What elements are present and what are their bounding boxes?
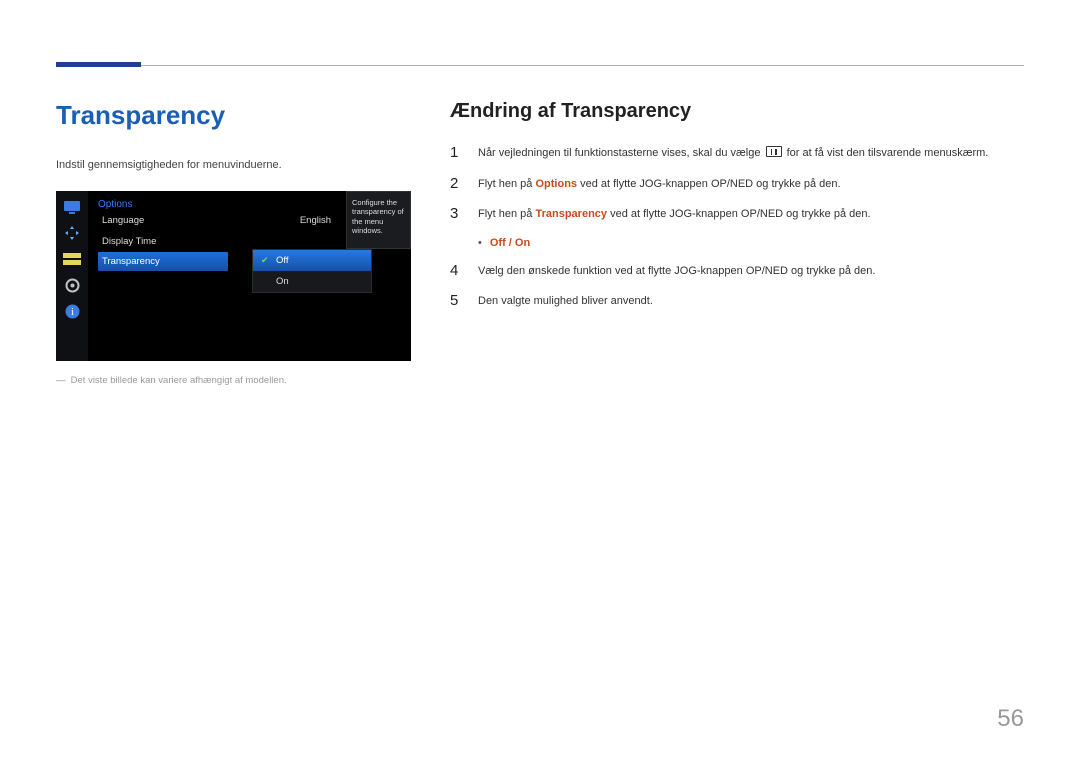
check-placeholder: ✔ xyxy=(261,276,270,287)
arrows-icon xyxy=(63,225,81,241)
page-title: Transparency xyxy=(56,100,411,131)
highlight: Options xyxy=(535,178,577,190)
monitor-icon xyxy=(63,199,81,215)
menu-icon xyxy=(766,146,782,157)
right-column: Ændring af Transparency 1 Når vejledning… xyxy=(450,100,1020,324)
step-body: Den valgte mulighed bliver anvendt. xyxy=(478,293,653,310)
gear-icon xyxy=(63,277,81,293)
row-label: Transparency xyxy=(102,256,160,267)
info-icon: i xyxy=(63,303,81,319)
step-body: Flyt hen på Options ved at flytte JOG-kn… xyxy=(478,176,841,193)
highlight: Off / On xyxy=(490,237,530,249)
step-3: 3 Flyt hen på Transparency ved at flytte… xyxy=(450,206,1020,223)
row-label: Display Time xyxy=(102,236,156,247)
step-number: 4 xyxy=(450,263,462,278)
submenu-item-off: ✔ Off xyxy=(253,250,371,271)
section-title: Ændring af Transparency xyxy=(450,100,1020,123)
step-4: 4 Vælg den ønskede funktion ved at flytt… xyxy=(450,263,1020,280)
step-number: 2 xyxy=(450,176,462,191)
footnote-text: Det viste billede kan variere afhængigt … xyxy=(71,375,287,386)
osd-main-panel: Options Language English Display Time Tr… xyxy=(88,191,411,361)
row-label: Language xyxy=(102,215,144,226)
step-1: 1 Når vejledningen til funktionstasterne… xyxy=(450,145,1020,162)
osd-submenu: ✔ Off ✔ On xyxy=(252,249,372,293)
row-value: English xyxy=(300,215,331,226)
step-number: 1 xyxy=(450,145,462,160)
submenu-label: Off xyxy=(276,255,289,266)
intro-text: Indstil gennemsigtigheden for menuvindue… xyxy=(56,159,411,171)
check-icon: ✔ xyxy=(261,255,270,266)
left-column: Transparency Indstil gennemsigtigheden f… xyxy=(56,100,411,386)
osd-tooltip: Configure the transparency of the menu w… xyxy=(346,191,411,249)
bullet-dot: • xyxy=(478,237,482,249)
step-body: Når vejledningen til funktionstasterne v… xyxy=(478,145,988,162)
osd-screenshot: i Options Language English Display Time … xyxy=(56,191,411,361)
step-body: Vælg den ønskede funktion ved at flytte … xyxy=(478,263,875,280)
osd-sidebar: i xyxy=(56,191,88,361)
highlight: Transparency xyxy=(535,208,607,220)
steps-list: 1 Når vejledningen til funktionstasterne… xyxy=(450,145,1020,310)
header-divider xyxy=(56,65,1024,66)
step-body: Flyt hen på Transparency ved at flytte J… xyxy=(478,206,871,223)
dash-icon: ― xyxy=(56,375,68,386)
options-icon xyxy=(63,251,81,267)
step-5: 5 Den valgte mulighed bliver anvendt. xyxy=(450,293,1020,310)
osd-row-transparency: Transparency xyxy=(98,252,228,271)
step-number: 3 xyxy=(450,206,462,221)
step-2: 2 Flyt hen på Options ved at flytte JOG-… xyxy=(450,176,1020,193)
submenu-label: On xyxy=(276,276,289,287)
step-number: 5 xyxy=(450,293,462,308)
page-number: 56 xyxy=(997,705,1024,733)
svg-text:i: i xyxy=(71,307,74,318)
header-accent xyxy=(56,62,141,67)
bullet-offon: • Off / On xyxy=(478,237,1020,249)
submenu-item-on: ✔ On xyxy=(253,271,371,292)
footnote: ― Det viste billede kan variere afhængig… xyxy=(56,375,411,386)
